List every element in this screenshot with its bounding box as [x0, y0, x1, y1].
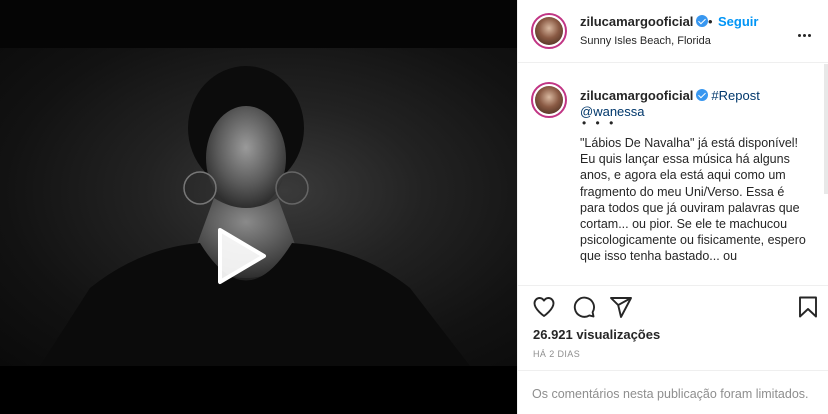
action-bar — [518, 287, 828, 323]
post-media[interactable] — [0, 0, 517, 414]
avatar[interactable] — [531, 13, 567, 49]
location-link[interactable]: Sunny Isles Beach, Florida — [580, 35, 711, 47]
caption-username-text: zilucamargooficial — [580, 88, 694, 103]
verified-badge-icon — [696, 89, 709, 101]
caption-bullets: • • • — [582, 116, 617, 130]
caption-avatar[interactable] — [531, 82, 567, 118]
play-icon[interactable] — [206, 224, 270, 288]
share-icon[interactable] — [609, 295, 633, 319]
follow-button[interactable]: Seguir — [718, 14, 758, 29]
username-link[interactable]: zilucamargooficial — [580, 14, 709, 29]
more-options-icon[interactable] — [798, 24, 814, 38]
video-letterbox-top — [0, 0, 517, 48]
heart-icon[interactable] — [532, 295, 556, 319]
comment-icon[interactable] — [572, 295, 596, 319]
username-text: zilucamargooficial — [580, 14, 694, 29]
post-timestamp[interactable]: HÁ 2 DIAS — [533, 349, 580, 359]
view-count[interactable]: 26.921 visualizações — [533, 327, 660, 342]
comments-limited-text: Os comentários nesta publicação foram li… — [532, 387, 809, 401]
follow-separator: • — [708, 14, 713, 29]
bookmark-icon[interactable] — [796, 295, 820, 319]
caption-scrollbar[interactable] — [824, 64, 828, 194]
video-letterbox-bottom — [0, 366, 517, 414]
post-sidebar: zilucamargooficial • Seguir Sunny Isles … — [517, 0, 828, 414]
post-header: zilucamargooficial • Seguir Sunny Isles … — [518, 0, 828, 63]
caption-username[interactable]: zilucamargooficial #Repost — [580, 88, 760, 103]
hashtag-link[interactable]: #Repost — [711, 88, 759, 103]
portrait-image — [40, 66, 470, 366]
caption-text: "Lábios De Navalha" já está disponível! … — [580, 136, 806, 264]
caption-section: zilucamargooficial #Repost @wanessa • • •… — [518, 64, 828, 286]
video-frame[interactable] — [0, 48, 517, 366]
comments-limited-notice: Os comentários nesta publicação foram li… — [518, 370, 828, 414]
verified-badge-icon — [696, 15, 709, 27]
